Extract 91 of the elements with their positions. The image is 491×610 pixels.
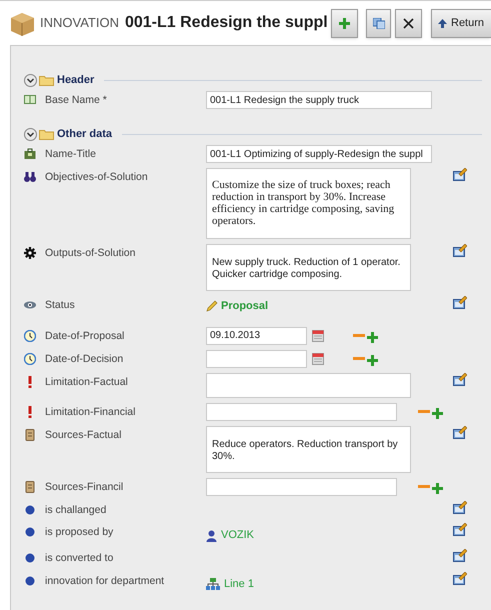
edit-icon xyxy=(453,426,467,438)
plus-button[interactable] xyxy=(432,482,443,494)
field-label: Status xyxy=(45,298,75,313)
edit-icon xyxy=(453,548,467,562)
edit-button[interactable] xyxy=(453,372,467,386)
text-area[interactable]: Customize the size of truck boxes; reach reduction in transport by 30%. Increase efficiency in cartridge composing, saving operators. xyxy=(206,168,411,239)
edit-button[interactable] xyxy=(453,168,467,181)
edit-button[interactable] xyxy=(453,500,467,514)
edit-button[interactable] xyxy=(453,523,467,536)
field-label: is proposed by xyxy=(45,525,114,540)
dot-icon xyxy=(24,526,36,538)
minus-button[interactable] xyxy=(353,356,365,360)
field-label: Sources-Factual xyxy=(45,428,122,442)
field-label: Sources-Financil xyxy=(45,480,124,494)
field-label: Limitation-Factual xyxy=(45,374,128,390)
edit-icon xyxy=(453,523,467,536)
plus-icon xyxy=(367,332,378,342)
text-area[interactable]: Reduce operators. Reduction transport by 30%. xyxy=(206,426,411,472)
expand-toggle-icon[interactable] xyxy=(24,128,37,140)
dot-icon xyxy=(24,504,36,516)
field-label: Date-of-Proposal xyxy=(45,328,124,344)
edit-icon xyxy=(453,572,467,584)
dot-icon xyxy=(24,552,36,564)
edit-button[interactable] xyxy=(453,426,467,438)
edit-icon xyxy=(453,372,467,386)
folder-icon xyxy=(39,74,54,86)
calendar-button[interactable] xyxy=(312,328,324,342)
field-label: Outputs-of-Solution xyxy=(45,246,136,261)
edit-icon xyxy=(453,296,467,309)
field-label: Limitation-Financial xyxy=(45,404,136,420)
edit-icon xyxy=(453,244,467,257)
document-icon xyxy=(24,480,36,492)
edit-button[interactable] xyxy=(453,244,467,257)
eye-icon xyxy=(24,299,36,311)
calendar-icon xyxy=(312,352,324,364)
edit-button[interactable] xyxy=(453,548,467,562)
dot-icon xyxy=(24,574,36,586)
field-label: Objectives-of-Solution xyxy=(45,170,148,185)
clock-icon xyxy=(24,330,36,342)
text-field[interactable] xyxy=(206,402,397,420)
field-label: Name-Title xyxy=(45,147,96,162)
up-arrow-icon xyxy=(438,18,447,28)
copy-button[interactable] xyxy=(366,8,392,38)
plus-button[interactable] xyxy=(367,354,378,366)
expand-toggle-icon[interactable] xyxy=(24,74,37,86)
add-button[interactable] xyxy=(330,8,358,38)
field-label: innovation for department xyxy=(45,574,164,588)
clock-icon xyxy=(24,352,36,364)
org-chart-icon xyxy=(206,578,220,590)
calendar-icon xyxy=(312,328,324,342)
briefcase-icon xyxy=(24,148,36,160)
text-field[interactable]: 001-L1 Redesign the supply truck xyxy=(206,91,432,109)
minus-button[interactable] xyxy=(353,334,365,336)
binoculars-icon xyxy=(24,171,36,183)
section-title: Other data xyxy=(57,126,112,142)
plus-icon xyxy=(432,408,443,418)
calendar-button[interactable] xyxy=(312,352,324,364)
person-icon xyxy=(206,530,217,542)
edit-icon xyxy=(453,500,467,514)
text-field[interactable] xyxy=(206,478,397,496)
document-icon xyxy=(24,428,36,440)
plus-button[interactable] xyxy=(432,408,443,418)
plus-icon xyxy=(338,18,350,28)
plus-icon xyxy=(432,482,443,494)
category-label: INNOVATION xyxy=(40,14,119,32)
return-button[interactable]: Return xyxy=(431,8,491,38)
field-label: is challanged xyxy=(45,502,106,518)
minus-button[interactable] xyxy=(418,410,430,412)
date-field[interactable]: 09.10.2013 xyxy=(206,326,307,344)
pencil-icon xyxy=(206,300,218,312)
section-title: Header xyxy=(57,72,94,88)
plus-button[interactable] xyxy=(367,332,378,342)
field-label: Base Name * xyxy=(45,93,107,108)
status-value: Proposal xyxy=(221,299,268,314)
field-label: is converted to xyxy=(45,550,114,566)
minus-button[interactable] xyxy=(418,484,430,488)
edit-button[interactable] xyxy=(453,572,467,584)
field-label: Date-of-Decision xyxy=(45,352,124,366)
text-field[interactable]: 001-L1 Optimizing of supply-Redesign the suppl xyxy=(206,145,432,163)
text-area[interactable]: New supply truck. Reduction of 1 operator. Quicker cartridge composing. xyxy=(206,244,411,291)
gear-icon xyxy=(24,247,36,259)
edit-icon xyxy=(453,168,467,181)
close-button[interactable] xyxy=(395,8,422,38)
copy-icon xyxy=(372,18,385,28)
close-icon xyxy=(403,18,414,28)
edit-button[interactable] xyxy=(453,296,467,309)
book-icon xyxy=(24,94,36,106)
date-field[interactable] xyxy=(206,350,307,368)
record-title: 001-L1 Redesign the suppl xyxy=(124,13,328,33)
plus-icon xyxy=(367,354,378,366)
folder-icon xyxy=(39,128,54,140)
